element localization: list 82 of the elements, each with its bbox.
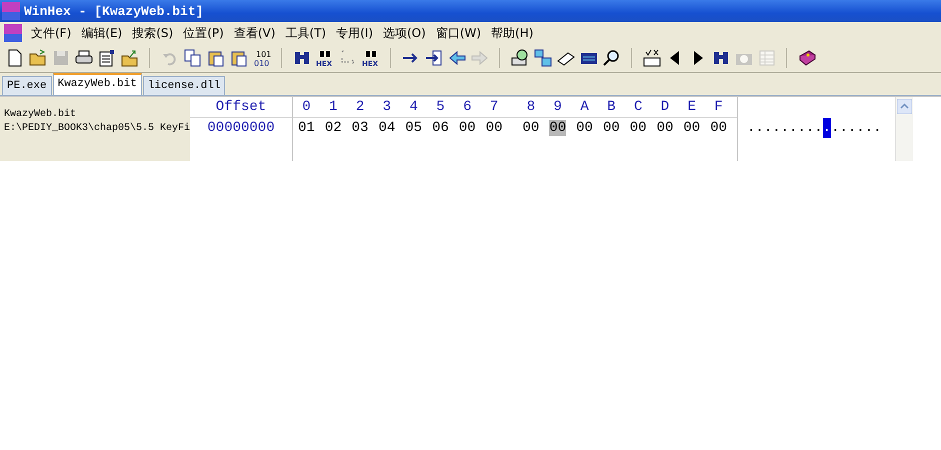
document-icon[interactable] — [96, 48, 116, 68]
hex-byte[interactable]: 00 — [630, 120, 647, 136]
arrow-left-icon[interactable] — [446, 48, 466, 68]
hex-byte[interactable]: 06 — [432, 120, 449, 136]
hex-byte[interactable]: 04 — [378, 120, 396, 136]
text-char[interactable]: . — [873, 118, 882, 138]
hex-byte[interactable]: 02 — [324, 120, 342, 136]
scroll-up-icon[interactable] — [897, 99, 912, 114]
offset-cell: 00000000 — [207, 120, 275, 136]
book-icon[interactable] — [796, 48, 816, 68]
menu-item[interactable]: 窗口(W) — [430, 22, 486, 44]
menu-item[interactable]: 编辑(E) — [76, 22, 128, 44]
column-header: C — [632, 98, 644, 117]
menu-item[interactable]: 选项(O) — [378, 22, 431, 44]
hex-byte[interactable]: 05 — [405, 120, 422, 136]
binary-icon[interactable]: 101 010 — [252, 48, 272, 68]
text-char[interactable]: . — [764, 118, 772, 138]
menu-item[interactable]: 帮助(H) — [486, 22, 538, 44]
text-char[interactable]: . — [839, 118, 848, 138]
menu-item[interactable]: 搜索(S) — [127, 22, 178, 44]
hex-byte[interactable]: 00 — [602, 120, 620, 136]
column-header: 4 — [408, 98, 419, 117]
hex-byte[interactable]: 00 — [656, 120, 674, 136]
hex-byte[interactable]: 00 — [549, 120, 566, 136]
column-header: 2 — [354, 98, 366, 117]
text-char[interactable]: . — [848, 118, 856, 138]
file-tab[interactable]: license.dll — [142, 76, 226, 95]
hex-byte[interactable]: 00 — [522, 120, 540, 136]
text-char[interactable]: . — [822, 118, 832, 138]
disk-drive-icon[interactable] — [510, 48, 530, 68]
text-char[interactable]: . — [864, 118, 874, 138]
text-char[interactable]: . — [780, 118, 790, 138]
hex-byte[interactable]: 00 — [710, 120, 727, 136]
column-header: D — [660, 98, 670, 117]
folder-icon[interactable] — [28, 48, 48, 68]
hex-byte[interactable]: 01 — [298, 120, 315, 136]
hex-byte[interactable]: 00 — [576, 120, 593, 136]
column-header: B — [606, 98, 617, 117]
text-char[interactable]: . — [755, 118, 764, 138]
file-tab[interactable]: PE.exe — [2, 76, 52, 95]
checksum-icon[interactable] — [642, 48, 662, 68]
search-icon[interactable] — [602, 48, 622, 68]
app-logo-icon — [4, 24, 22, 42]
window-title: WinHex - [KwazyWeb.bit] — [24, 4, 204, 18]
text-char[interactable]: . — [789, 118, 798, 138]
text-char[interactable]: . — [814, 118, 823, 138]
column-header: 3 — [382, 98, 392, 117]
text-char[interactable]: . — [831, 118, 840, 138]
menu-item[interactable]: 文件(F) — [26, 22, 76, 44]
menu-item[interactable]: 专用(I) — [331, 22, 378, 44]
hex-byte[interactable]: 03 — [352, 120, 368, 136]
scrollbar[interactable] — [895, 97, 913, 161]
file-path: E:\PEDIY_BOOK3\chap05\5.5 KeyFi — [4, 123, 190, 134]
column-header: 8 — [526, 98, 536, 117]
column-header: 5 — [435, 98, 446, 117]
copy-icon[interactable] — [182, 48, 202, 68]
folder-arrow-icon[interactable] — [120, 48, 140, 68]
hex-byte[interactable]: 00 — [683, 120, 700, 136]
text-char[interactable]: . — [806, 118, 814, 138]
drives-icon[interactable] — [532, 48, 552, 68]
menu-item[interactable]: 查看(V) — [228, 22, 280, 44]
file-name: KwazyWeb.bit — [4, 109, 78, 120]
file-tab[interactable]: KwazyWeb.bit — [52, 73, 142, 95]
offset-header: Offset — [216, 99, 266, 115]
column-header: E — [686, 98, 697, 117]
column-header: A — [579, 98, 590, 117]
arrow-into-icon[interactable] — [424, 48, 444, 68]
text-char[interactable]: . — [856, 118, 865, 138]
text-char[interactable]: . — [747, 118, 756, 138]
column-header: 7 — [488, 98, 500, 117]
column-header: F — [713, 98, 724, 117]
text-char[interactable]: . — [772, 118, 781, 138]
column-header: 0 — [301, 98, 312, 117]
hex-byte[interactable]: 00 — [486, 120, 502, 136]
text-char[interactable]: . — [797, 118, 806, 138]
column-header: 9 — [552, 98, 563, 117]
column-header: 6 — [462, 98, 472, 117]
menu-item[interactable]: 工具(T) — [280, 22, 332, 44]
hex-byte[interactable]: 00 — [458, 120, 476, 136]
app-logo-icon — [2, 2, 20, 20]
menu-item[interactable]: 位置(P) — [178, 22, 229, 44]
column-header: 1 — [328, 98, 338, 117]
